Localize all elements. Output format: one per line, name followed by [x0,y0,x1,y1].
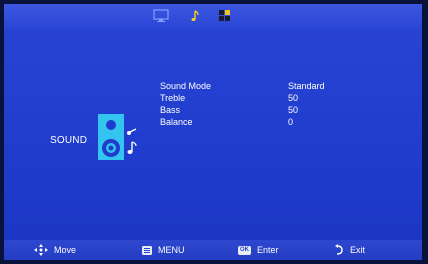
menu-item-value: Standard [288,81,325,91]
dpad-icon [34,244,48,256]
menu-item-value: 50 [288,93,299,103]
menu-item-value: 50 [288,105,299,115]
enter-hint: OK Enter [238,240,279,260]
menu-item-treble[interactable]: Treble 50 [160,92,370,104]
monitor-icon[interactable] [152,9,170,23]
menu-item-bass[interactable]: Bass 50 [160,104,370,116]
grid-icon[interactable] [216,9,234,23]
menu-item-label: Treble [160,93,186,103]
exit-hint: Exit [334,240,365,260]
menu-item-label: Bass [160,105,181,115]
menu-item-value: 0 [288,117,294,127]
ok-key-icon: OK [238,245,251,255]
music-note-icon[interactable] [185,9,203,23]
menu-item-balance[interactable]: Balance 0 [160,116,370,128]
tv-osd-screen: SOUND Sound Mode Standard Treble 50 Bass… [4,4,422,260]
section-title: SOUND [50,135,88,146]
sound-settings-menu: Sound Mode Standard Treble 50 Bass 50 Ba… [160,80,370,128]
return-arrow-icon [335,244,343,255]
menu-hint-label: MENU [158,245,185,255]
menu-hint: MENU [142,240,185,260]
menu-key-icon [142,245,152,255]
exit-hint-label: Exit [350,245,366,255]
key-hint-bar: Move MENU OK Enter Exit [4,240,422,260]
move-hint: Move [34,240,76,260]
speaker-icon [96,112,142,164]
tab-bar [4,4,422,28]
move-hint-label: Move [54,245,77,255]
menu-item-label: Sound Mode [160,81,212,91]
enter-hint-label: Enter [257,245,279,255]
menu-item-sound-mode[interactable]: Sound Mode Standard [160,80,370,92]
menu-item-label: Balance [160,117,193,127]
